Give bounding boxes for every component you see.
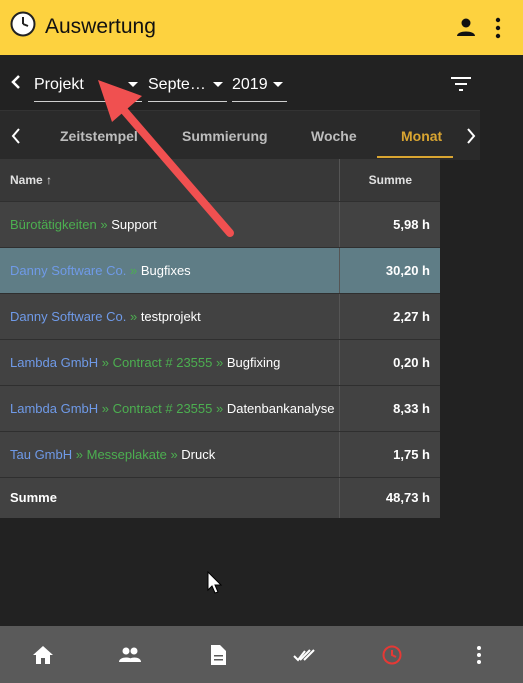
row-name-part: Tau GmbH [10, 447, 73, 462]
row-name-part: Druck [181, 447, 216, 462]
row-name-part: » [72, 447, 87, 462]
tab-zeitstempel[interactable]: Zeitstempel [60, 128, 138, 144]
column-divider [339, 294, 340, 339]
row-sum: 0,20 h [393, 355, 430, 370]
more-vert-icon[interactable] [470, 645, 488, 665]
clock-icon[interactable] [381, 645, 403, 665]
chevron-left-icon[interactable] [9, 127, 23, 145]
project-select[interactable]: Projekt [34, 75, 142, 102]
column-divider [339, 386, 340, 431]
app-bar: Auswertung [0, 0, 523, 55]
filter-bar: Projekt Septe… 2019 [0, 55, 480, 110]
row-name-part: Datenbankanalyse [226, 401, 335, 416]
row-name-part: » [126, 309, 141, 324]
people-icon[interactable] [119, 645, 141, 665]
row-sum: 1,75 h [393, 447, 430, 462]
table-header: Name ↑ Summe [0, 159, 440, 202]
table-row[interactable]: Bürotätigkeiten » Support 5,98 h [0, 202, 440, 248]
row-name-part: Danny Software Co. [10, 309, 127, 324]
account-icon[interactable] [456, 17, 476, 37]
row-name: Tau GmbH » Messeplakate » Druck [10, 432, 215, 477]
clock-icon [10, 11, 36, 37]
column-divider [339, 478, 340, 518]
column-divider [339, 248, 340, 293]
row-sum: 8,33 h [393, 401, 430, 416]
chevron-down-icon [128, 82, 138, 87]
tab-woche[interactable]: Woche [311, 128, 357, 144]
bottom-nav [0, 626, 523, 683]
column-header-name[interactable]: Name ↑ [10, 159, 52, 201]
row-name: Lambda GmbH » Contract # 23555 » Datenba… [10, 386, 335, 431]
table-row[interactable]: Danny Software Co. » testprojekt 2,27 h [0, 294, 440, 340]
row-name-part: Messeplakate [86, 447, 167, 462]
done-all-icon[interactable] [293, 645, 315, 665]
column-divider [339, 340, 340, 385]
active-tab-indicator [377, 156, 453, 158]
chevron-right-icon[interactable] [464, 127, 478, 145]
column-divider [339, 202, 340, 247]
page-title: Auswertung [45, 15, 156, 38]
chevron-left-icon[interactable] [8, 74, 24, 90]
row-name: Danny Software Co. » testprojekt [10, 294, 201, 339]
tab-bar: Zeitstempel Summierung Woche Monat [0, 110, 480, 160]
row-name-part: » [126, 263, 141, 278]
document-icon[interactable] [207, 645, 229, 665]
total-sum: 48,73 h [385, 490, 430, 505]
row-sum: 30,20 h [385, 263, 430, 278]
table-row[interactable]: Lambda GmbH » Contract # 23555 » Datenba… [0, 386, 440, 432]
filter-icon[interactable] [450, 76, 472, 92]
row-sum: 2,27 h [393, 309, 430, 324]
row-name-part: Danny Software Co. [10, 263, 127, 278]
row-name-part: Support [111, 217, 157, 232]
project-select-value: Projekt [34, 76, 84, 93]
chevron-down-icon [213, 82, 223, 87]
month-select-value: Septe… [148, 76, 206, 93]
row-name-part: » [96, 217, 112, 232]
row-name-part: » [212, 401, 227, 416]
table-total-row: Summe 48,73 h [0, 478, 440, 518]
row-name: Danny Software Co. » Bugfixes [10, 248, 191, 293]
summary-table: Name ↑ Summe Bürotätigkeiten » Support 5,… [0, 159, 440, 518]
table-row[interactable]: Danny Software Co. » Bugfixes 30,20 h [0, 248, 440, 294]
row-name-part: » [166, 447, 182, 462]
row-name-part: Bugfixes [140, 263, 191, 278]
row-name-part: Lambda GmbH [10, 401, 99, 416]
row-name-part: » [98, 401, 113, 416]
row-name: Bürotätigkeiten » Support [10, 202, 157, 247]
year-select[interactable]: 2019 [232, 75, 287, 102]
table-body: Bürotätigkeiten » Support 5,98 h Danny Sof… [0, 202, 440, 478]
more-vert-icon[interactable] [491, 17, 505, 39]
row-name-part: testprojekt [140, 309, 201, 324]
row-name-part: » [212, 355, 227, 370]
tab-monat[interactable]: Monat [401, 128, 442, 144]
tab-summierung[interactable]: Summierung [182, 128, 268, 144]
chevron-down-icon [273, 82, 283, 87]
row-name-part: Contract # 23555 [112, 401, 213, 416]
year-select-value: 2019 [232, 76, 268, 93]
column-divider [339, 432, 340, 477]
row-name-part: Contract # 23555 [112, 355, 213, 370]
mouse-cursor-icon [207, 571, 223, 594]
home-icon[interactable] [32, 645, 54, 665]
row-name-part: Bugfixing [226, 355, 281, 370]
column-header-sum[interactable]: Summe [369, 159, 412, 201]
row-sum: 5,98 h [393, 217, 430, 232]
row-name-part: Lambda GmbH [10, 355, 99, 370]
column-divider [339, 159, 340, 201]
row-name-part: Bürotätigkeiten [10, 217, 97, 232]
month-select[interactable]: Septe… [148, 75, 227, 102]
table-row[interactable]: Tau GmbH » Messeplakate » Druck 1,75 h [0, 432, 440, 478]
total-label: Summe [10, 490, 57, 505]
table-row[interactable]: Lambda GmbH » Contract # 23555 » Bugfixi… [0, 340, 440, 386]
row-name-part: » [98, 355, 113, 370]
row-name: Lambda GmbH » Contract # 23555 » Bugfixi… [10, 340, 280, 385]
